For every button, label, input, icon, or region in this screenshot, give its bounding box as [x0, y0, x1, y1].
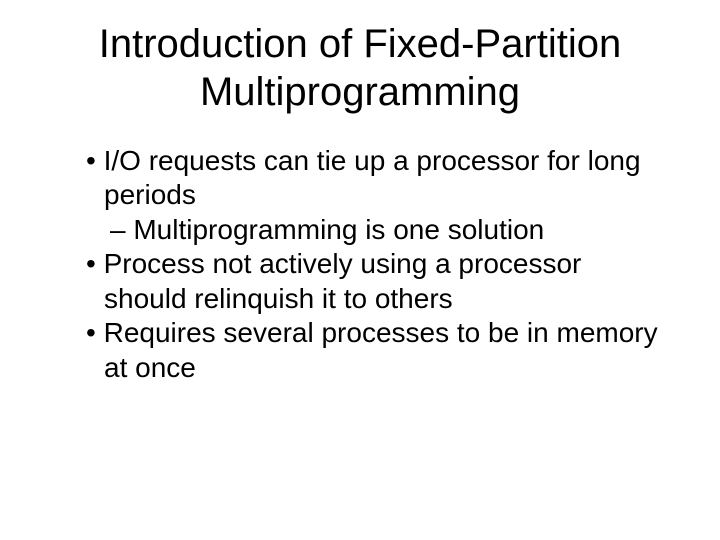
- bullet-dot-icon: •: [86, 317, 96, 348]
- slide: Introduction of Fixed-Partition Multipro…: [0, 0, 720, 540]
- bullet-dash-icon: –: [110, 214, 126, 245]
- bullet-item-2: • Process not actively using a processor…: [50, 247, 670, 316]
- bullet-text: I/O requests can tie up a processor for …: [104, 145, 641, 210]
- bullet-subitem-1: – Multiprogramming is one solution: [50, 213, 670, 247]
- bullet-dot-icon: •: [86, 248, 96, 279]
- bullet-text: Process not actively using a processor s…: [104, 248, 582, 313]
- slide-body: • I/O requests can tie up a processor fo…: [50, 144, 670, 385]
- bullet-text: Multiprogramming is one solution: [133, 214, 544, 245]
- bullet-item-1: • I/O requests can tie up a processor fo…: [50, 144, 670, 213]
- bullet-item-3: • Requires several processes to be in me…: [50, 316, 670, 385]
- bullet-dot-icon: •: [86, 145, 96, 176]
- bullet-text: Requires several processes to be in memo…: [104, 317, 658, 382]
- slide-title: Introduction of Fixed-Partition Multipro…: [50, 20, 670, 116]
